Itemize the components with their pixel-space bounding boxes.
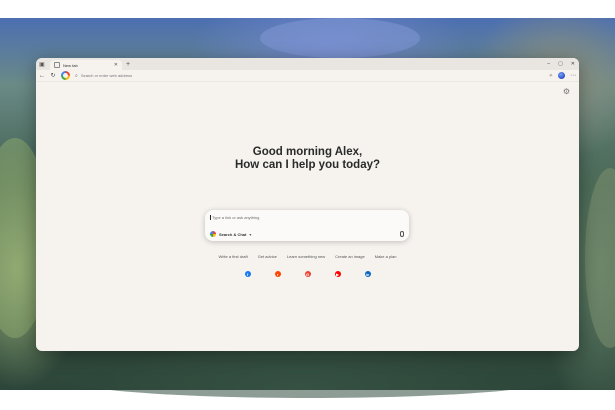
tab-new-tab[interactable]: New tab ✕ <box>50 60 122 70</box>
mode-selector[interactable]: Search & Chat ▾ <box>210 231 251 237</box>
youtube-icon[interactable]: ▶ <box>334 271 341 277</box>
extensions-icon[interactable]: ✧ <box>549 73 553 79</box>
wallpaper-brushstroke <box>585 168 615 348</box>
tab-title: New tab <box>63 62 78 68</box>
prompt-input[interactable]: Type a link or ask anything <box>210 215 259 220</box>
more-menu-icon[interactable]: ⋯ <box>570 73 576 79</box>
chevron-down-icon: ▾ <box>249 231 252 237</box>
wallpaper-brushstroke <box>60 358 560 398</box>
search-icon: ⌕ <box>75 72 78 79</box>
mode-label: Search & Chat <box>219 231 247 237</box>
greeting-line-1: Good morning Alex, <box>252 146 363 158</box>
greeting-heading: Good morning Alex, How can I help you to… <box>36 146 579 172</box>
reddit-icon[interactable]: r <box>274 271 281 277</box>
wallpaper-brushstroke <box>260 18 420 58</box>
microphone-icon[interactable] <box>400 231 404 237</box>
suggestion-chip[interactable]: Learn something new <box>287 254 325 259</box>
new-tab-favicon-icon <box>54 62 60 68</box>
close-window-button[interactable]: ✕ <box>571 61 575 67</box>
browser-toolbar: ← ↻ ⌕ Search or enter web address ✧ ⋯ <box>36 70 579 82</box>
new-tab-button[interactable]: + <box>126 61 130 68</box>
mode-logo-icon <box>210 231 216 237</box>
tab-actions-icon[interactable]: ▣ <box>36 58 48 70</box>
tab-strip: ▣ New tab ✕ + – ▢ ✕ <box>36 58 579 70</box>
copilot-logo-icon[interactable] <box>61 71 70 80</box>
suggestion-chip[interactable]: Make a plan <box>375 254 397 259</box>
close-icon[interactable]: ✕ <box>114 62 118 68</box>
suggestion-chip[interactable]: Create an image <box>335 254 365 259</box>
minimize-button[interactable]: – <box>547 61 550 67</box>
new-tab-page: ⚙ Good morning Alex, How can I help you … <box>36 82 579 351</box>
profile-avatar[interactable] <box>558 72 565 79</box>
reload-icon[interactable]: ↻ <box>50 73 56 79</box>
address-bar-placeholder: Search or enter web address <box>80 73 133 78</box>
linkedin-icon[interactable]: in <box>364 271 371 277</box>
shortcut-row: f r G ▶ in <box>36 271 579 277</box>
suggestion-chip[interactable]: Get advice <box>258 254 277 259</box>
browser-window: ▣ New tab ✕ + – ▢ ✕ ← ↻ ⌕ Search or ente… <box>36 58 579 351</box>
maximize-button[interactable]: ▢ <box>558 61 563 67</box>
suggestion-chip[interactable]: Write a first draft <box>218 254 247 259</box>
facebook-icon[interactable]: f <box>244 271 251 277</box>
address-bar[interactable]: ⌕ Search or enter web address <box>75 71 544 80</box>
back-arrow-icon[interactable]: ← <box>39 73 45 79</box>
google-icon[interactable]: G <box>304 271 311 277</box>
prompt-box[interactable]: Type a link or ask anything Search & Cha… <box>205 210 409 241</box>
window-controls: – ▢ ✕ <box>547 58 575 70</box>
greeting-line-2: How can I help you today? <box>234 159 381 171</box>
gear-icon[interactable]: ⚙ <box>563 87 570 96</box>
suggestion-chips: Write a first draft Get advice Learn som… <box>36 254 579 259</box>
